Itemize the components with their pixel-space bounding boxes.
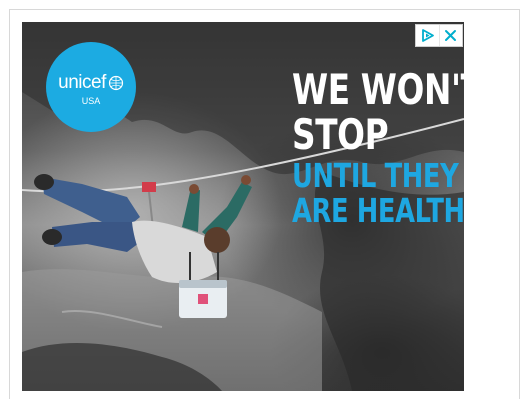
adchoices-button[interactable] [416, 25, 439, 46]
close-icon [445, 30, 457, 41]
person-head [204, 227, 230, 253]
person-arm-left [182, 190, 200, 232]
headline-line-1: WE WON'T [292, 65, 464, 114]
unicef-emblem-icon [108, 75, 123, 91]
vaccine-cooler-label [198, 294, 208, 304]
headline: WE WON'T STOP UNTIL THEY ARE HEALTHY [292, 65, 464, 230]
ad-controls [415, 24, 463, 47]
vaccine-cooler-lid [179, 280, 227, 288]
brand-name: unicef [58, 72, 106, 93]
unicef-logo[interactable]: unicef USA [46, 42, 136, 132]
headline-line-2: STOP [292, 110, 389, 159]
adchoices-icon [421, 29, 434, 42]
person-shoe-2 [42, 229, 62, 245]
person-shoe-1 [34, 174, 54, 190]
brand-region: USA [81, 96, 101, 106]
pulley [142, 182, 156, 192]
headline-line-3: UNTIL THEY [292, 156, 459, 195]
person-hand-right [241, 175, 251, 185]
headline-line-4: ARE HEALTHY [292, 191, 464, 230]
person-hand-left [189, 184, 199, 194]
close-ad-button[interactable] [438, 25, 463, 46]
ad-creative[interactable]: unicef USA WE WON'T STOP UNTIL THEY ARE … [22, 22, 464, 391]
